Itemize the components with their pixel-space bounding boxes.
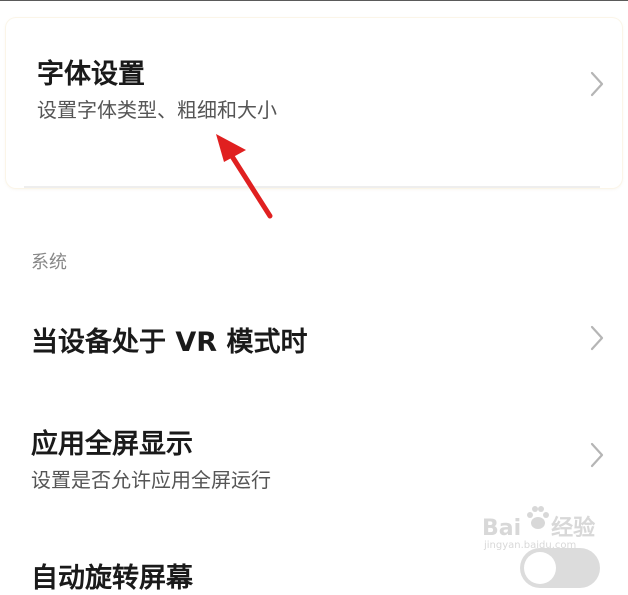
card-divider [24,186,600,188]
red-annotation-arrow-icon [216,134,273,219]
chevron-right-icon [590,71,604,97]
font-settings-title: 字体设置 [37,59,145,90]
watermark-url: jingyan.baidu.com [484,540,577,551]
auto-rotate-title: 自动旋转屏幕 [31,563,193,594]
font-settings-card[interactable]: 字体设置 设置字体类型、粗细和大小 [6,18,622,188]
vr-mode-row[interactable]: 当设备处于 VR 模式时 [0,300,628,380]
fullscreen-display-subtitle: 设置是否允许应用全屏运行 [31,468,271,492]
top-divider [0,0,628,1]
baidu-paw-icon [527,506,549,529]
vr-mode-title: 当设备处于 VR 模式时 [31,327,308,358]
baidu-watermark: Bai 经验 jingyan.baidu.com [482,506,602,570]
system-section-label: 系统 [31,252,67,273]
font-settings-subtitle: 设置字体类型、粗细和大小 [37,98,277,122]
chevron-right-icon [590,325,604,351]
chevron-right-icon [590,442,604,468]
fullscreen-display-row[interactable]: 应用全屏显示 设置是否允许应用全屏运行 [0,410,628,500]
fullscreen-display-title: 应用全屏显示 [31,429,193,460]
